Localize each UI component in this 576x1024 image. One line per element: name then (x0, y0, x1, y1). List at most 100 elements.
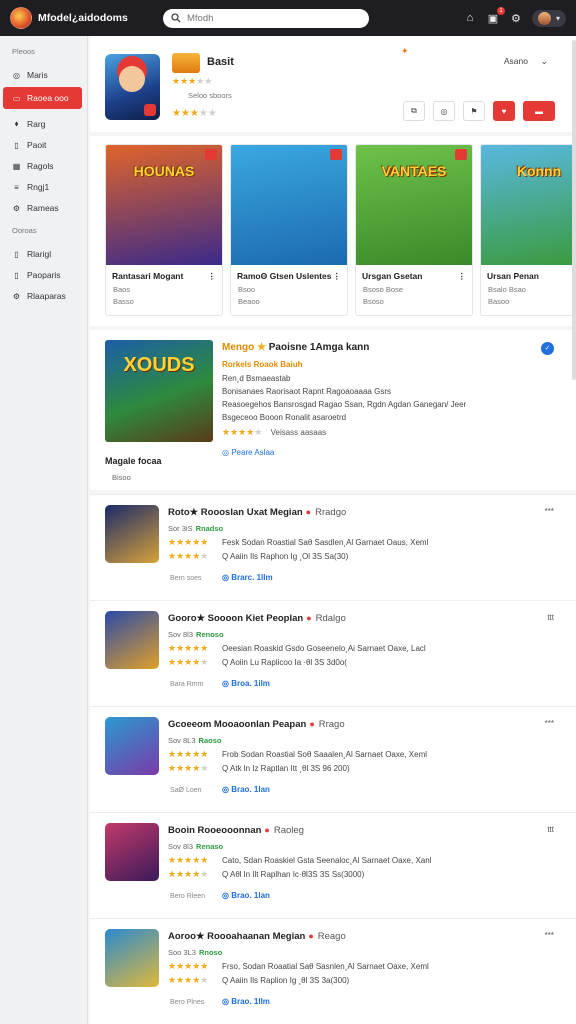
sidebar: Pleoos ◎ Maris ▭ Raoea ooo ⬧ Rarg ▯ Paoit ▦ Ragols… (0, 36, 88, 1024)
sidebar-item[interactable]: ◎ Maris (0, 65, 87, 85)
card-meta: Bsoo (238, 285, 256, 294)
row-link-label: Brarc. 1llm (231, 573, 273, 582)
card-size: Beaoo (238, 297, 260, 306)
sidebar-item[interactable]: ≡ Rngj1 (0, 177, 87, 197)
featured-size: Bisoo (112, 473, 131, 482)
list-item[interactable]: Gcoeeom Mooaoonlan Peapan ● Rrago *** Sov 8L… (90, 706, 576, 812)
more-icon[interactable]: ⋮ (208, 271, 217, 282)
app-logo-icon[interactable] (10, 7, 32, 29)
gear-icon: ⚙ (12, 203, 21, 213)
rating-stars: ★★★★★ (168, 643, 209, 653)
doc-icon: ▯ (14, 270, 19, 280)
row-link-label: Brao. 1llm (231, 997, 270, 1006)
share-icon[interactable]: ⧉ (403, 101, 425, 121)
more-icon[interactable]: *** (545, 507, 554, 516)
row-link[interactable]: ◎ Brao. 1lan (222, 891, 270, 900)
header-title: Basit (207, 56, 234, 68)
wishlist-button[interactable]: ♥ (493, 101, 515, 121)
list-item[interactable]: Booin Rooeooonnan ● Raoleg ttt Sov 8l3 Renaso… (90, 812, 576, 918)
row-title-line: Gcoeeom Mooaoonlan Peapan ● Rrago (168, 719, 345, 730)
sidebar-section-title: Pleoos (12, 47, 35, 56)
app-icon[interactable] (105, 611, 159, 669)
app-list: Roto★ Roooslan Uxat Megian ● Rradgo *** Sor … (90, 494, 576, 1024)
sidebar-item-label: Rngj1 (27, 182, 50, 192)
row-link[interactable]: ◎ Brarc. 1llm (222, 573, 273, 582)
more-icon[interactable]: ⋮ (458, 271, 467, 282)
carousel-card[interactable]: Konnn Ursan Penan⋮ Bsalo Bsao Basoo (480, 144, 576, 316)
row-link[interactable]: ◎ Broa. 1ilm (222, 679, 270, 688)
sidebar-item[interactable]: ⬧ Rarg (0, 114, 87, 134)
more-icon[interactable]: ⋮ (333, 271, 342, 282)
notification-badge: 1 (496, 7, 505, 15)
search-input[interactable] (187, 12, 357, 24)
link-icon: ◎ (222, 997, 229, 1006)
sidebar-item-label: Ragols (27, 161, 54, 171)
settings-icon[interactable]: ⚙ (509, 11, 523, 25)
featured-link[interactable]: ◎ Peare Aslaa (222, 448, 274, 457)
featured-image[interactable]: XOUDS (105, 340, 213, 442)
rating-stars: ★★★★★ (172, 76, 213, 86)
badge-icon (144, 104, 156, 116)
more-icon[interactable]: *** (545, 719, 554, 728)
sidebar-item[interactable]: ▭ Raoea ooo (3, 87, 82, 109)
card-meta: Bsalo Bsao (488, 285, 526, 294)
list-item[interactable]: Gooro★ Soooon Kiet Peoplan ● Rdalgo ttt Sov … (90, 600, 576, 706)
home-icon[interactable]: ⌂ (463, 11, 477, 25)
sidebar-item[interactable]: ⚙ Rameas (0, 198, 87, 218)
row-link[interactable]: ◎ Brao. 1lan (222, 785, 270, 794)
carousel-card[interactable]: HOUNAS Rantasari Mogant ⋮ Baos Basso (105, 144, 223, 316)
scrollbar[interactable] (572, 40, 576, 380)
sidebar-item[interactable]: ⚙ Rlaaparas (0, 286, 87, 306)
sidebar-item[interactable]: ▦ Ragols (0, 156, 87, 176)
row-link[interactable]: ◎ Brao. 1llm (222, 997, 270, 1006)
sidebar-item[interactable]: ▯ Paoparis (0, 265, 87, 285)
chevron-down-icon[interactable]: ⌄ (540, 56, 548, 67)
rating-stars-large[interactable]: ★★★★★ (172, 108, 217, 119)
install-button[interactable]: ▬ (523, 101, 555, 121)
row-desc: Cato, Sdan Roaskiel Gsta Seenaloc¸Al Sar… (222, 856, 432, 865)
link-icon: ◎ (222, 573, 229, 582)
user-menu[interactable]: ▾ (531, 9, 566, 27)
badge-icon: ● (308, 931, 314, 941)
app-icon[interactable] (105, 929, 159, 987)
carousel-card[interactable]: VANTAES Ursgan Gsetan ⋮ Bsoso Bose Bsoso (355, 144, 473, 316)
card-title: Rantasari Mogant (112, 271, 184, 281)
row-size: Bero Plnes (170, 999, 205, 1006)
app-icon[interactable] (105, 717, 159, 775)
row-desc: Fesk Sodan Roastial Saθ Sasdlen¸Al Garna… (222, 538, 429, 547)
row-link-label: Brao. 1lan (231, 785, 270, 794)
doc-icon: ▯ (14, 249, 19, 259)
app-icon[interactable] (105, 823, 159, 881)
sidebar-item[interactable]: ▯ Paoit (0, 135, 87, 155)
search-box[interactable] (163, 8, 369, 28)
list-item[interactable]: Aoroo★ Roooahaanan Megian ● Reago *** Soo 3L… (90, 918, 576, 1024)
featured-line1: Ren¸d Bsmaeastab (222, 374, 291, 383)
more-icon[interactable]: ttt (547, 825, 554, 834)
doc-icon: ▯ (14, 140, 19, 150)
row-tag: Rrago (318, 719, 345, 730)
flag-icon[interactable]: ⚑ (463, 101, 485, 121)
row-genre: Sov 8l3 Renoso (168, 630, 224, 639)
sort-label[interactable]: Asano (504, 56, 528, 66)
row-desc: Frob Sodan Roastial Soθ Saaalen¸Al Sarna… (222, 750, 428, 759)
row-link-label: Brao. 1lan (231, 891, 270, 900)
notification-icon[interactable]: ▣ 1 (486, 7, 505, 25)
sidebar-item-label: Paoit (27, 140, 47, 150)
card-meta: Bsoso Bose (363, 285, 404, 294)
card-size: Basoo (488, 297, 510, 306)
sidebar-item[interactable]: ▯ Rlarigl (0, 244, 87, 264)
app-icon[interactable] (105, 505, 159, 563)
list-item[interactable]: Roto★ Roooslan Uxat Megian ● Rradgo *** Sor … (90, 494, 576, 600)
carousel-card[interactable]: RamoΘ Gtsen Uslentes ⋮ Bsoo Beaoo (230, 144, 348, 316)
more-icon[interactable]: *** (545, 931, 554, 940)
genre-tag: Rnoso (198, 948, 223, 957)
featured-title-main: Paoisne 1Amga kann (268, 342, 370, 353)
row-title: Aoroo★ Roooahaanan Megian (168, 931, 306, 942)
row-title-line: Gooro★ Soooon Kiet Peoplan ● Rdalgo (168, 613, 346, 624)
card-image: VANTAES (356, 145, 472, 265)
more-icon[interactable]: ttt (547, 613, 554, 622)
badge-icon (455, 149, 467, 160)
refresh-icon[interactable]: ◎ (433, 101, 455, 121)
list-icon: ≡ (14, 182, 19, 192)
hero-app-icon[interactable] (105, 54, 160, 120)
